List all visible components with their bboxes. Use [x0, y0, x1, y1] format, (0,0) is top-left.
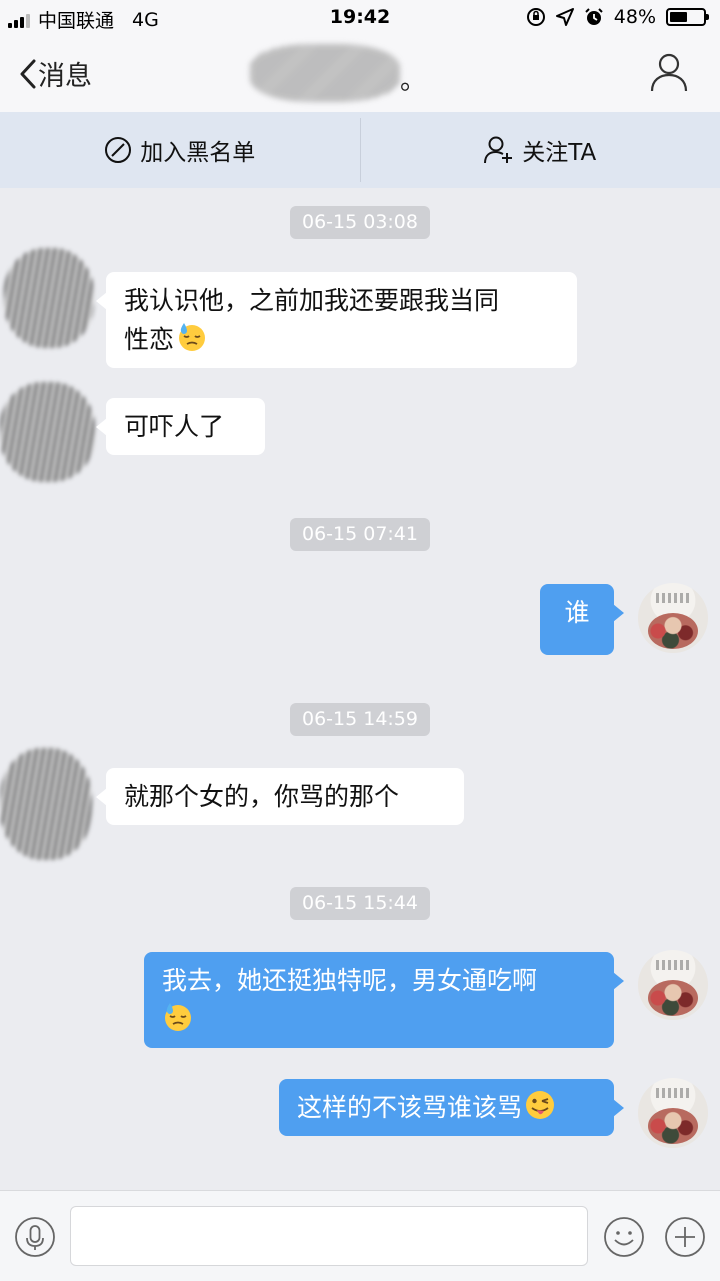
timestamp: 06-15 03:08 — [290, 206, 430, 239]
message-bubble[interactable]: 我认识他，之前加我还要跟我当同 性恋 — [106, 272, 577, 368]
title-suffix: 。 — [400, 66, 426, 96]
message-bubble[interactable]: 可吓人了 — [106, 398, 265, 455]
timestamp: 06-15 14:59 — [290, 703, 430, 736]
my-avatar[interactable] — [638, 1078, 708, 1148]
emoji-button[interactable] — [603, 1216, 645, 1262]
message-text: 性恋 — [124, 325, 174, 354]
page-title: 。 — [250, 60, 426, 102]
message-bubble[interactable]: 我去，她还挺独特呢，男女通吃啊 — [144, 952, 614, 1048]
status-bar: 中国联通 4G 19:42 48% — [0, 0, 720, 38]
winking-tongue-face-icon — [524, 1089, 556, 1121]
message-text: 就那个女的，你骂的那个 — [124, 782, 399, 811]
timestamp: 06-15 07:41 — [290, 518, 430, 551]
block-icon — [104, 136, 132, 164]
avatar[interactable] — [0, 748, 92, 860]
chevron-left-icon — [18, 58, 38, 90]
location-arrow-icon — [556, 8, 574, 26]
microphone-icon — [14, 1216, 56, 1258]
avatar[interactable] — [4, 248, 94, 348]
redacted-name — [250, 44, 400, 102]
blacklist-button[interactable]: 加入黑名单 — [0, 112, 360, 188]
message-text: 我认识他，之前加我还要跟我当同 — [124, 286, 499, 315]
battery-percent: 48% — [614, 6, 656, 28]
my-avatar[interactable] — [638, 950, 708, 1020]
add-person-icon — [484, 135, 514, 165]
back-button[interactable]: 消息 — [18, 54, 92, 93]
message-text: 这样的不该骂谁该骂 — [297, 1093, 522, 1122]
action-bar: 加入黑名单 关注TA — [0, 112, 720, 188]
follow-label: 关注TA — [522, 133, 596, 167]
blacklist-label: 加入黑名单 — [140, 133, 255, 167]
smiley-icon — [603, 1216, 645, 1258]
message-text: 我去，她还挺独特呢，男女通吃啊 — [162, 966, 537, 995]
message-bubble[interactable]: 就那个女的，你骂的那个 — [106, 768, 464, 825]
more-button[interactable] — [664, 1216, 706, 1262]
input-bar — [0, 1190, 720, 1281]
back-label: 消息 — [38, 54, 92, 93]
message-bubble[interactable]: 这样的不该骂谁该骂 — [279, 1079, 614, 1136]
message-text: 可吓人了 — [124, 412, 224, 441]
alarm-icon — [584, 7, 604, 27]
my-avatar[interactable] — [638, 583, 708, 653]
plus-icon — [664, 1216, 706, 1258]
rotation-lock-icon — [526, 7, 546, 27]
downcast-sweat-face-icon — [176, 321, 208, 353]
status-right: 48% — [526, 6, 706, 28]
nav-bar: 消息 。 — [0, 38, 720, 112]
message-input[interactable] — [70, 1206, 588, 1266]
person-icon — [650, 52, 688, 92]
profile-button[interactable] — [650, 52, 688, 96]
follow-button[interactable]: 关注TA — [361, 112, 720, 188]
avatar[interactable] — [0, 382, 95, 482]
message-bubble[interactable]: 谁 — [540, 584, 614, 655]
timestamp: 06-15 15:44 — [290, 887, 430, 920]
battery-icon — [666, 8, 706, 26]
voice-button[interactable] — [14, 1216, 56, 1262]
downcast-sweat-face-icon — [162, 1001, 194, 1033]
message-text: 谁 — [564, 598, 589, 627]
